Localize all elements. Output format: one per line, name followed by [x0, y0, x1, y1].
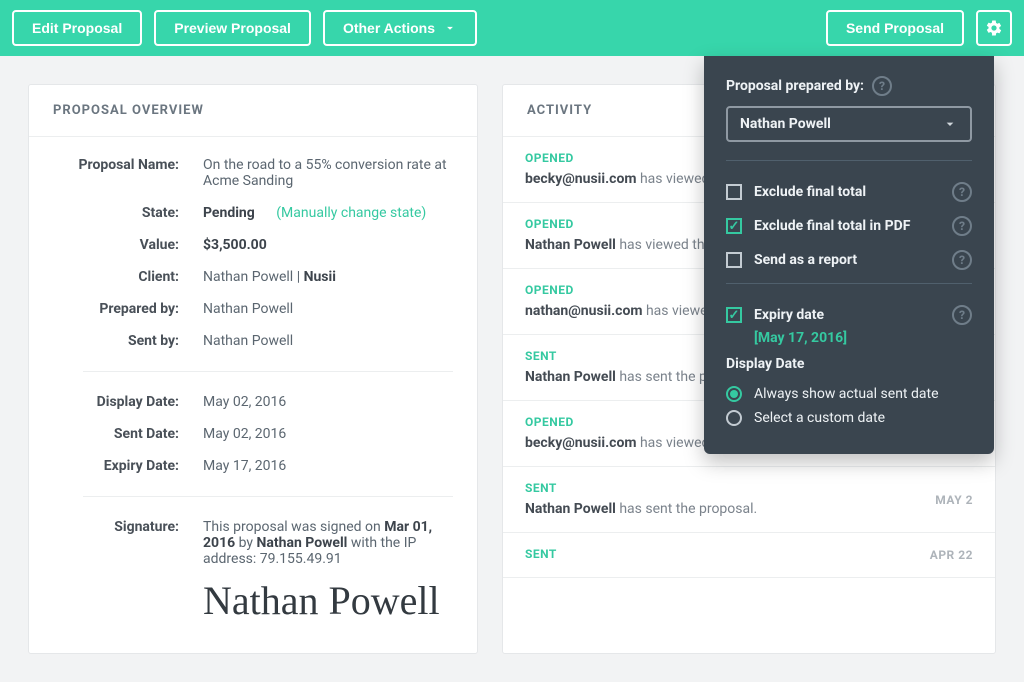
activity-type: SENT — [525, 545, 930, 563]
checkbox-icon — [726, 184, 742, 200]
value-client-name: Nathan Powell — [203, 269, 293, 285]
overview-row-prepared: Prepared by: Nathan Powell — [53, 293, 453, 325]
activity-date: APR 22 — [930, 546, 973, 564]
value-display-date: May 02, 2016 — [203, 394, 453, 410]
label-expiry-date: Expiry Date: — [53, 458, 203, 474]
label-signature: Signature: — [53, 519, 203, 621]
label-proposal-name: Proposal Name: — [53, 157, 203, 189]
overview-row-signature: Signature: This proposal was signed on M… — [53, 511, 453, 629]
overview-row-client: Client: Nathan Powell | Nusii — [53, 261, 453, 293]
value-value: $3,500.00 — [203, 237, 267, 253]
radio-actual-date[interactable]: Always show actual sent date — [726, 382, 972, 406]
label-sent-date: Sent Date: — [53, 426, 203, 442]
divider — [726, 283, 972, 284]
help-icon[interactable]: ? — [952, 182, 972, 202]
radio-icon — [726, 386, 742, 402]
overview-row-expiry-date: Expiry Date: May 17, 2016 — [53, 450, 453, 482]
activity-text: Nathan Powell has sent the proposal. — [525, 501, 757, 517]
checkbox-icon — [726, 252, 742, 268]
expiry-date-value: [May 17, 2016] — [754, 330, 972, 346]
option-label: Exclude final total in PDF — [754, 218, 940, 234]
overview-row-state: State: Pending (Manually change state) — [53, 197, 453, 229]
checkbox-icon — [726, 307, 742, 323]
radio-custom-date[interactable]: Select a custom date — [726, 406, 972, 430]
signature-name: Nathan Powell — [257, 535, 348, 551]
activity-date: MAY 2 — [935, 491, 973, 509]
divider — [83, 496, 453, 497]
activity-item: SENTAPR 22 — [503, 533, 995, 578]
other-actions-button[interactable]: Other Actions — [323, 10, 477, 46]
overview-row-name: Proposal Name: On the road to a 55% conv… — [53, 149, 453, 197]
option-expiry-date[interactable]: Expiry date ? — [726, 298, 972, 332]
display-date-heading: Display Date — [726, 356, 972, 372]
gear-icon — [985, 19, 1003, 37]
value-client-company: Nusii — [304, 269, 336, 285]
option-exclude-final-total-pdf[interactable]: Exclude final total in PDF ? — [726, 209, 972, 243]
settings-button[interactable] — [976, 10, 1012, 46]
divider — [83, 371, 453, 372]
overview-row-sent-date: Sent Date: May 02, 2016 — [53, 418, 453, 450]
overview-title: PROPOSAL OVERVIEW — [29, 85, 477, 137]
label-prepared: Prepared by: — [53, 301, 203, 317]
overview-row-display-date: Display Date: May 02, 2016 — [53, 386, 453, 418]
send-proposal-button[interactable]: Send Proposal — [826, 10, 964, 46]
label-client: Client: — [53, 269, 203, 285]
radio-icon — [726, 410, 742, 426]
value-proposal-name: On the road to a 55% conversion rate at … — [203, 157, 453, 189]
chevron-down-icon — [443, 21, 457, 35]
value-state: Pending — [203, 205, 255, 221]
value-sentby: Nathan Powell — [203, 333, 453, 349]
label-state: State: — [53, 205, 203, 221]
other-actions-label: Other Actions — [343, 20, 435, 36]
option-exclude-final-total[interactable]: Exclude final total ? — [726, 175, 972, 209]
checkbox-icon — [726, 218, 742, 234]
help-icon[interactable]: ? — [872, 76, 892, 96]
signature-text-prefix: This proposal was signed on — [203, 519, 384, 535]
topbar: Edit Proposal Preview Proposal Other Act… — [0, 0, 1024, 56]
option-label: Expiry date — [754, 307, 940, 323]
value-prepared: Nathan Powell — [203, 301, 453, 317]
label-value: Value: — [53, 237, 203, 253]
value-sent-date: May 02, 2016 — [203, 426, 453, 442]
prepared-by-label: Proposal prepared by: — [726, 78, 864, 94]
radio-label: Always show actual sent date — [754, 386, 939, 402]
help-icon[interactable]: ? — [952, 216, 972, 236]
activity-item: SENT Nathan Powell has sent the proposal.… — [503, 467, 995, 533]
label-sentby: Sent by: — [53, 333, 203, 349]
preview-proposal-button[interactable]: Preview Proposal — [154, 10, 311, 46]
help-icon[interactable]: ? — [952, 305, 972, 325]
value-expiry-date: May 17, 2016 — [203, 458, 453, 474]
edit-proposal-button[interactable]: Edit Proposal — [12, 10, 142, 46]
help-icon[interactable]: ? — [952, 250, 972, 270]
prepared-by-select[interactable]: Nathan Powell — [726, 106, 972, 142]
option-send-as-report[interactable]: Send as a report ? — [726, 243, 972, 277]
overview-row-sentby: Sent by: Nathan Powell — [53, 325, 453, 357]
chevron-down-icon — [942, 116, 958, 132]
change-state-link[interactable]: (Manually change state) — [276, 205, 426, 221]
radio-label: Select a custom date — [754, 410, 885, 426]
option-label: Exclude final total — [754, 184, 940, 200]
overview-card: PROPOSAL OVERVIEW Proposal Name: On the … — [28, 84, 478, 654]
divider — [726, 160, 972, 161]
overview-row-value: Value: $3,500.00 — [53, 229, 453, 261]
activity-type: SENT — [525, 479, 935, 497]
prepared-by-value: Nathan Powell — [740, 116, 831, 132]
signature-text-mid: by — [235, 535, 256, 551]
option-label: Send as a report — [754, 252, 940, 268]
signature-script: Nathan Powell — [203, 581, 453, 621]
label-display-date: Display Date: — [53, 394, 203, 410]
settings-popover: Proposal prepared by: ? Nathan Powell Ex… — [704, 56, 994, 454]
